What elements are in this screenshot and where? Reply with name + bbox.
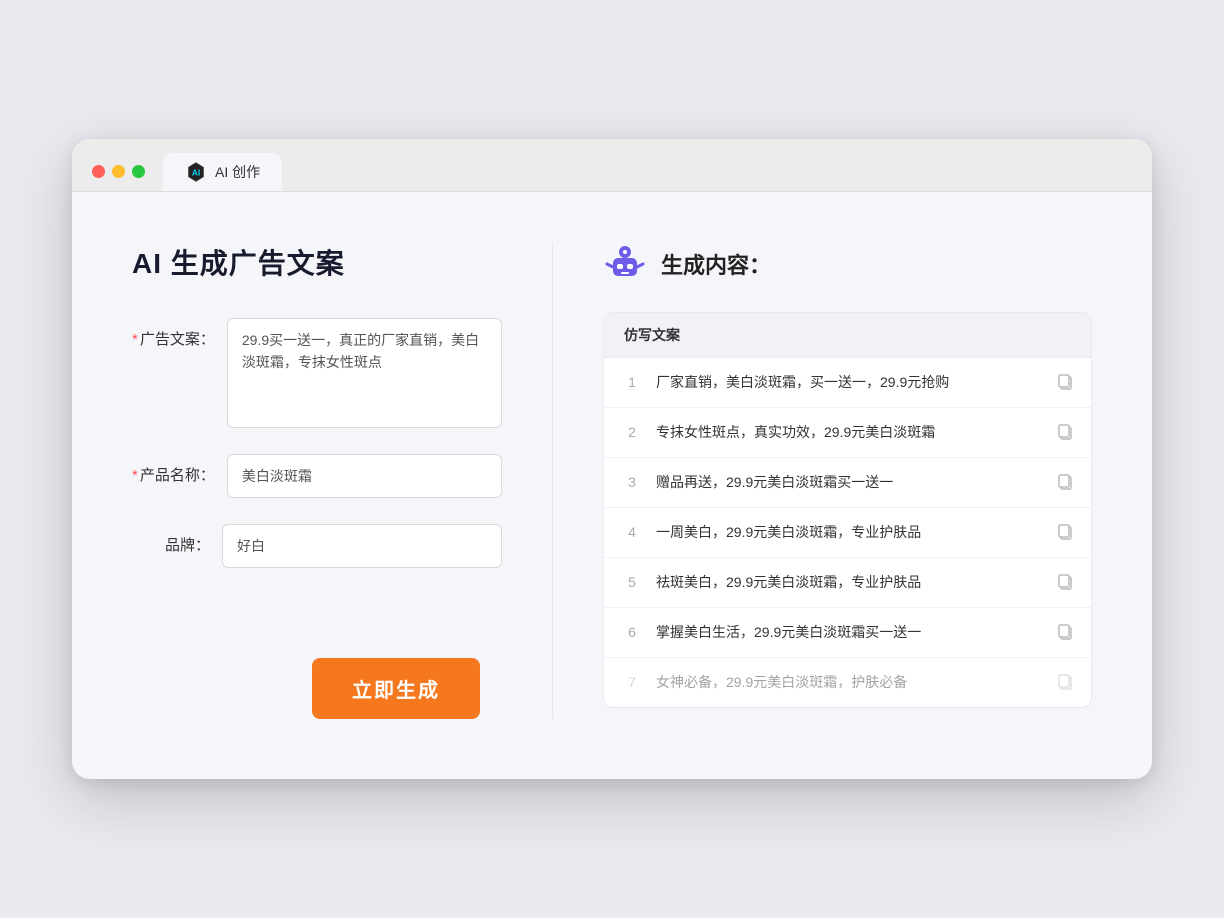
result-num-1: 1 bbox=[620, 374, 644, 390]
browser-window: AI AI 创作 AI 生成广告文案 *广告文案： 29.9买一送一，真正的厂家… bbox=[72, 139, 1152, 780]
result-num-3: 3 bbox=[620, 474, 644, 490]
main-content: AI 生成广告文案 *广告文案： 29.9买一送一，真正的厂家直销，美白淡斑霜，… bbox=[72, 192, 1152, 780]
product-name-row: *产品名称： bbox=[132, 454, 502, 498]
result-table-header: 仿写文案 bbox=[604, 313, 1091, 358]
copy-icon-2[interactable] bbox=[1057, 423, 1075, 441]
tab-label: AI 创作 bbox=[215, 162, 260, 182]
right-panel: 生成内容： 仿写文案 1 厂家直销，美白淡斑霜，买一送一，29.9元抢购 2 专… bbox=[552, 242, 1092, 720]
window-controls bbox=[92, 165, 145, 178]
result-text-5: 祛斑美白，29.9元美白淡斑霜，专业护肤品 bbox=[656, 572, 1045, 593]
ad-copy-label: *广告文案： bbox=[132, 318, 227, 349]
copy-icon-1[interactable] bbox=[1057, 373, 1075, 391]
titlebar: AI AI 创作 bbox=[72, 139, 1152, 192]
result-row-2: 2 专抹女性斑点，真实功效，29.9元美白淡斑霜 bbox=[604, 408, 1091, 458]
generate-btn-wrapper: 立即生成 bbox=[222, 618, 502, 719]
close-button[interactable] bbox=[92, 165, 105, 178]
copy-icon-6[interactable] bbox=[1057, 623, 1075, 641]
product-name-input[interactable] bbox=[227, 454, 502, 498]
result-header: 生成内容： bbox=[603, 242, 1092, 286]
product-name-label: *产品名称： bbox=[132, 454, 227, 485]
generate-button[interactable]: 立即生成 bbox=[312, 658, 480, 719]
brand-input[interactable] bbox=[222, 524, 502, 568]
copy-icon-5[interactable] bbox=[1057, 573, 1075, 591]
copy-icon-4[interactable] bbox=[1057, 523, 1075, 541]
result-row-6: 6 掌握美白生活，29.9元美白淡斑霜买一送一 bbox=[604, 608, 1091, 658]
result-num-2: 2 bbox=[620, 424, 644, 440]
result-table: 仿写文案 1 厂家直销，美白淡斑霜，买一送一，29.9元抢购 2 专抹女性斑点，… bbox=[603, 312, 1092, 708]
result-row-7: 7 女神必备，29.9元美白淡斑霜，护肤必备 bbox=[604, 658, 1091, 707]
result-row-4: 4 一周美白，29.9元美白淡斑霜，专业护肤品 bbox=[604, 508, 1091, 558]
copy-icon-7[interactable] bbox=[1057, 673, 1075, 691]
result-text-7: 女神必备，29.9元美白淡斑霜，护肤必备 bbox=[656, 672, 1045, 693]
result-row-3: 3 赠品再送，29.9元美白淡斑霜买一送一 bbox=[604, 458, 1091, 508]
result-num-5: 5 bbox=[620, 574, 644, 590]
brand-label: 品牌： bbox=[132, 524, 222, 555]
result-text-6: 掌握美白生活，29.9元美白淡斑霜买一送一 bbox=[656, 622, 1045, 643]
result-num-4: 4 bbox=[620, 524, 644, 540]
maximize-button[interactable] bbox=[132, 165, 145, 178]
result-row-5: 5 祛斑美白，29.9元美白淡斑霜，专业护肤品 bbox=[604, 558, 1091, 608]
robot-icon bbox=[603, 242, 647, 286]
required-star-product: * bbox=[132, 467, 138, 484]
result-title: 生成内容： bbox=[661, 248, 771, 280]
result-row-1: 1 厂家直销，美白淡斑霜，买一送一，29.9元抢购 bbox=[604, 358, 1091, 408]
result-num-6: 6 bbox=[620, 624, 644, 640]
copy-icon-3[interactable] bbox=[1057, 473, 1075, 491]
active-tab[interactable]: AI AI 创作 bbox=[163, 153, 282, 191]
result-num-7: 7 bbox=[620, 674, 644, 690]
result-text-3: 赠品再送，29.9元美白淡斑霜买一送一 bbox=[656, 472, 1045, 493]
required-star-ad: * bbox=[132, 331, 138, 348]
ad-copy-input[interactable]: 29.9买一送一，真正的厂家直销，美白淡斑霜，专抹女性斑点 bbox=[227, 318, 502, 428]
page-title: AI 生成广告文案 bbox=[132, 242, 502, 282]
result-text-1: 厂家直销，美白淡斑霜，买一送一，29.9元抢购 bbox=[656, 372, 1045, 393]
brand-row: 品牌： bbox=[132, 524, 502, 568]
svg-text:AI: AI bbox=[192, 168, 200, 177]
left-panel: AI 生成广告文案 *广告文案： 29.9买一送一，真正的厂家直销，美白淡斑霜，… bbox=[132, 242, 552, 720]
ai-tab-icon: AI bbox=[185, 161, 207, 183]
result-text-4: 一周美白，29.9元美白淡斑霜，专业护肤品 bbox=[656, 522, 1045, 543]
ad-copy-row: *广告文案： 29.9买一送一，真正的厂家直销，美白淡斑霜，专抹女性斑点 bbox=[132, 318, 502, 428]
result-text-2: 专抹女性斑点，真实功效，29.9元美白淡斑霜 bbox=[656, 422, 1045, 443]
minimize-button[interactable] bbox=[112, 165, 125, 178]
